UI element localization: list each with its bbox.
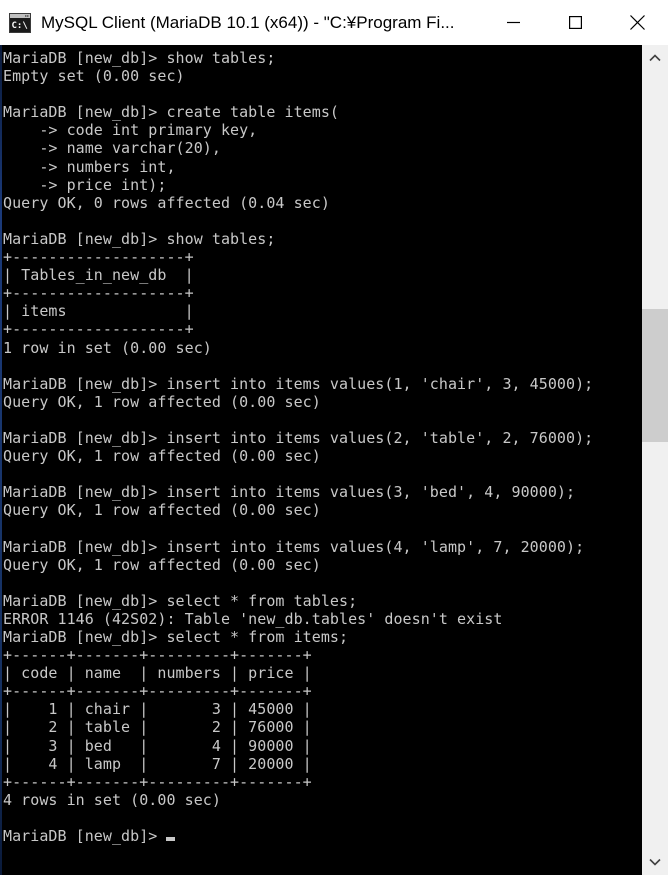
terminal-line: +-------------------+ — [3, 284, 194, 303]
close-button[interactable] — [606, 0, 668, 45]
terminal-line: MariaDB [new_db]> show tables; — [3, 229, 276, 248]
terminal-line: Query OK, 1 row affected (0.00 sec) — [3, 447, 321, 466]
terminal-line: | code | name | numbers | price | — [3, 664, 312, 683]
terminal-line: 1 row in set (0.00 sec) — [3, 338, 212, 357]
terminal-line: Query OK, 1 row affected (0.00 sec) — [3, 501, 321, 520]
terminal-line: MariaDB [new_db]> create table items( — [3, 103, 339, 122]
prompt-text: MariaDB [new_db]> — [3, 827, 167, 846]
terminal-line: -> numbers int, — [3, 157, 176, 176]
terminal-line: | 1 | chair | 3 | 45000 | — [3, 700, 312, 719]
console-icon: C:\ — [9, 12, 31, 33]
terminal-line: MariaDB [new_db]> insert into items valu… — [3, 537, 585, 556]
terminal-line: MariaDB [new_db]> select * from items; — [3, 628, 349, 646]
terminal-line: | 2 | table | 2 | 76000 | — [3, 718, 312, 737]
terminal-line: Query OK, 0 rows affected (0.04 sec) — [3, 193, 330, 212]
scroll-down-button[interactable] — [642, 849, 668, 875]
terminal-line: -> code int primary key, — [3, 121, 258, 140]
maximize-button[interactable] — [544, 0, 606, 45]
terminal-line: MariaDB [new_db]> insert into items valu… — [3, 483, 576, 502]
terminal-line: 4 rows in set (0.00 sec) — [3, 790, 221, 809]
scrollbar-thumb[interactable] — [642, 309, 668, 442]
terminal-line: MariaDB [new_db]> select * from tables; — [3, 591, 358, 610]
terminal-line: +------+-------+---------+-------+ — [3, 682, 312, 701]
terminal-line: | 4 | lamp | 7 | 20000 | — [3, 754, 312, 773]
console-window: C:\ MySQL Client (MariaDB 10.1 (x64)) - … — [0, 0, 668, 875]
terminal-prompt-line[interactable]: MariaDB [new_db]> — [3, 827, 642, 845]
window-title: MySQL Client (MariaDB 10.1 (x64)) - "C:¥… — [41, 12, 455, 32]
title-bar[interactable]: C:\ MySQL Client (MariaDB 10.1 (x64)) - … — [0, 0, 668, 45]
minimize-button[interactable] — [482, 0, 544, 45]
terminal-line: +-------------------+ — [3, 248, 194, 267]
window-controls — [482, 0, 668, 45]
terminal-line: MariaDB [new_db]> show tables; — [3, 49, 276, 67]
terminal-line: +------+-------+---------+-------+ — [3, 646, 312, 665]
scrollbar-track[interactable] — [642, 71, 668, 849]
terminal-line: +------+-------+---------+-------+ — [3, 772, 312, 791]
terminal-line: ERROR 1146 (42S02): Table 'new_db.tables… — [3, 609, 503, 628]
terminal-line: -> name varchar(20), — [3, 139, 221, 158]
terminal-line: | Tables_in_new_db | — [3, 266, 194, 285]
scroll-up-button[interactable] — [642, 45, 668, 71]
console-body: MariaDB [new_db]> show tables; Empty set … — [0, 45, 668, 875]
terminal-line: Empty set (0.00 sec) — [3, 67, 185, 86]
text-cursor — [166, 837, 176, 842]
terminal-output[interactable]: MariaDB [new_db]> show tables; Empty set … — [2, 45, 642, 875]
terminal-line: | items | — [3, 302, 194, 321]
svg-text:C:\: C:\ — [12, 21, 28, 31]
terminal-line: MariaDB [new_db]> insert into items valu… — [3, 428, 594, 447]
terminal-line: Query OK, 1 row affected (0.00 sec) — [3, 392, 321, 411]
terminal-line: +-------------------+ — [3, 320, 194, 339]
terminal-line: MariaDB [new_db]> insert into items valu… — [3, 374, 594, 393]
terminal-line: -> price int); — [3, 175, 167, 194]
terminal-line: Query OK, 1 row affected (0.00 sec) — [3, 555, 321, 574]
terminal-line: | 3 | bed | 4 | 90000 | — [3, 736, 312, 755]
vertical-scrollbar[interactable] — [642, 45, 668, 875]
